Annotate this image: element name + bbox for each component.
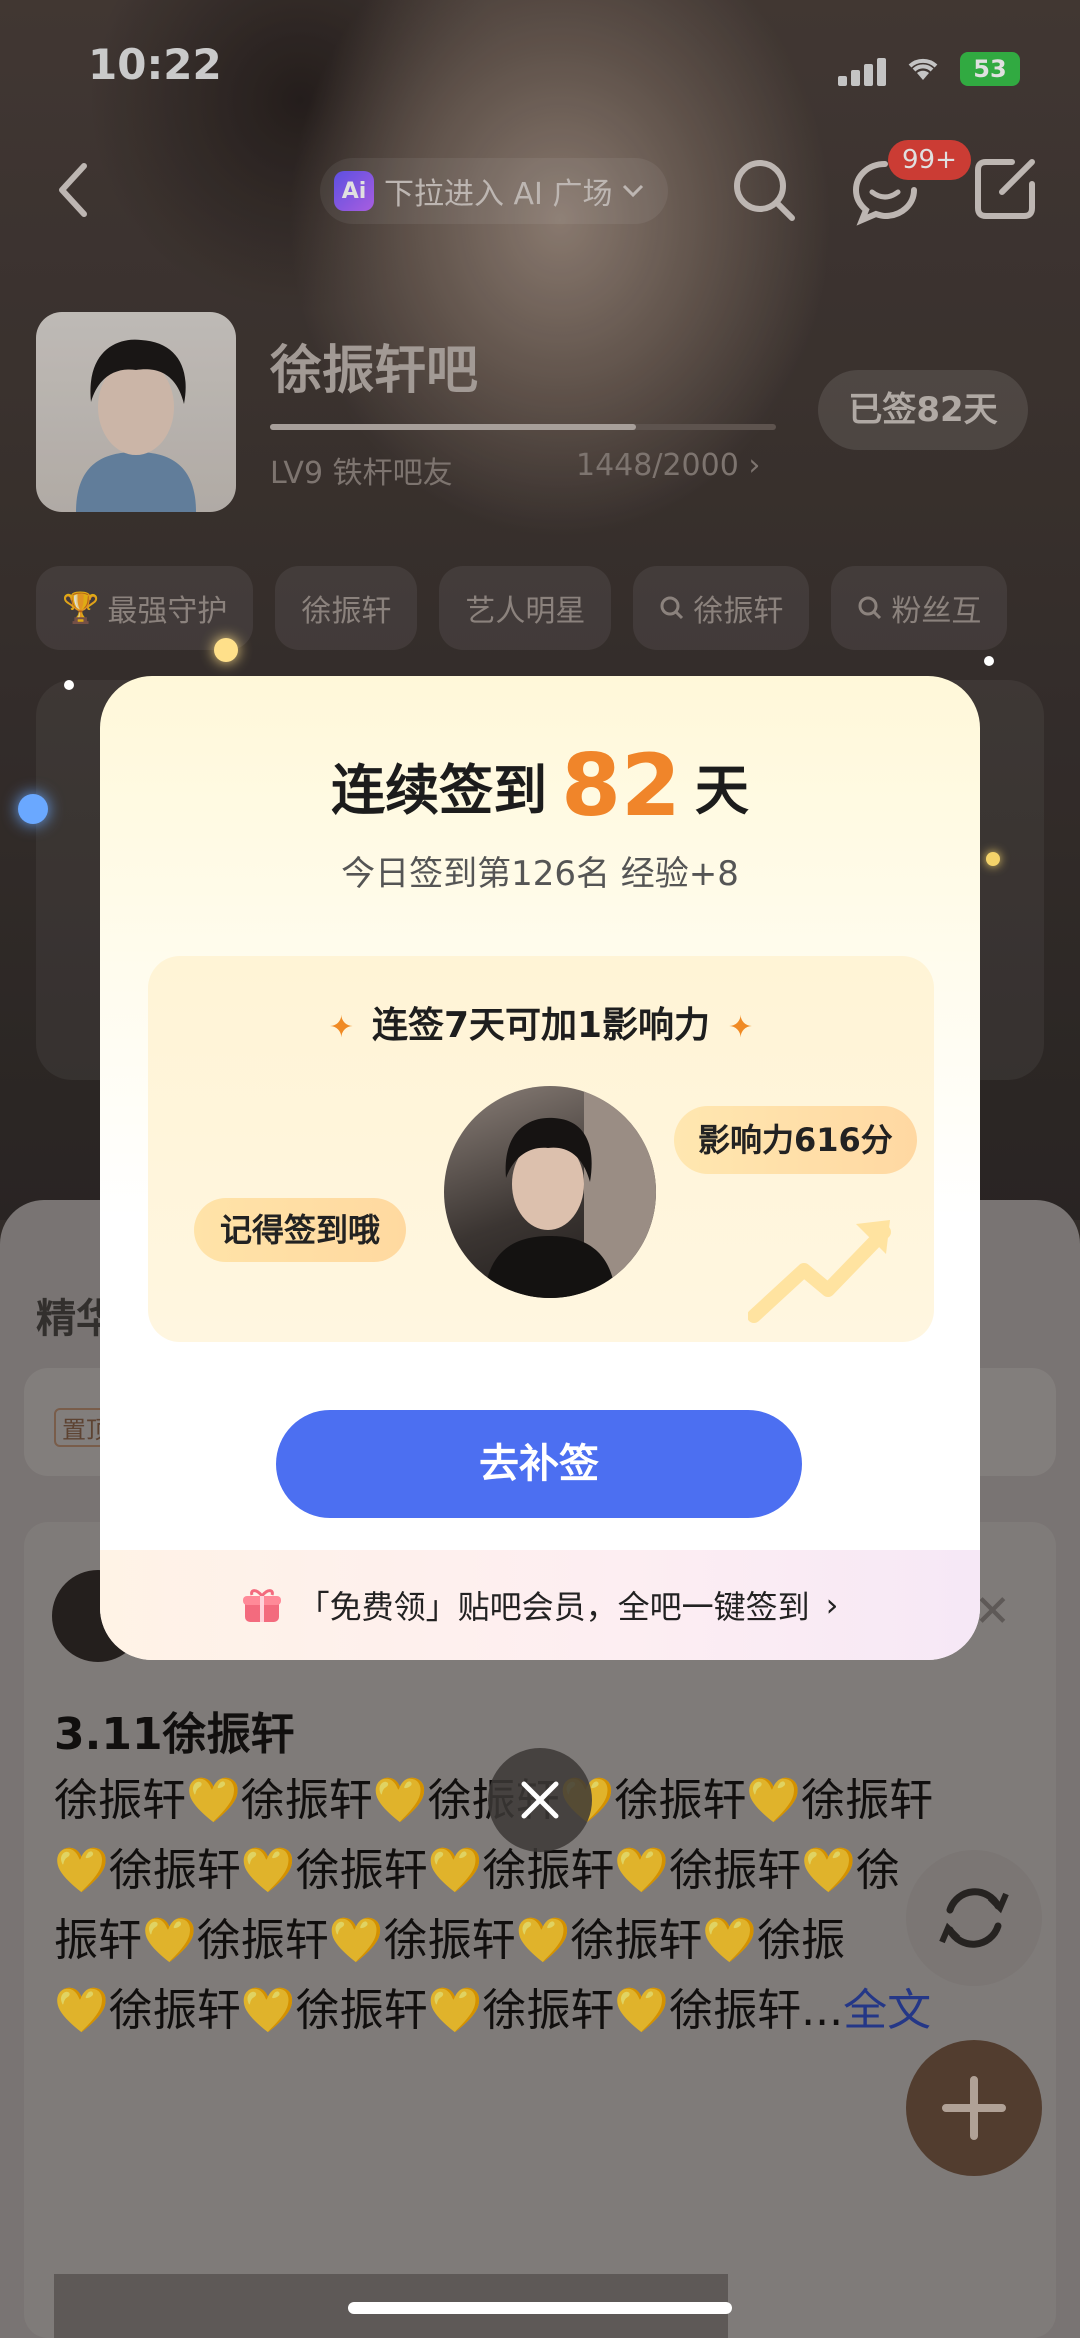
sparkle-decoration bbox=[984, 656, 994, 666]
sparkle-decoration bbox=[214, 638, 238, 662]
influence-score-bubble: 影响力616分 bbox=[674, 1106, 917, 1174]
bonus-title: ✦ 连签7天可加1影响力 ✦ bbox=[328, 1005, 754, 1046]
star-icon: ✦ bbox=[328, 1010, 354, 1045]
reminder-bubble: 记得签到哦 bbox=[194, 1198, 407, 1262]
trend-up-icon bbox=[748, 1220, 891, 1323]
sign-in-rank-text: 今日签到第126名 经验+8 bbox=[341, 854, 739, 894]
streak-days: 82 bbox=[561, 736, 681, 836]
influence-bonus-card: ✦ 连签7天可加1影响力 ✦ 记得签到哦 影响力616分 bbox=[148, 956, 934, 1342]
star-icon: ✦ bbox=[728, 1010, 754, 1045]
sparkle-decoration bbox=[986, 852, 1000, 866]
membership-promo-text: 「免费领」贴吧会员，全吧一键签到 bbox=[297, 1588, 810, 1626]
streak-title: 连续签到 82 天 bbox=[331, 736, 749, 836]
close-modal-button[interactable] bbox=[488, 1748, 592, 1852]
chevron-right-icon: › bbox=[825, 1586, 839, 1624]
free-membership-banner[interactable]: 「免费领」贴吧会员，全吧一键签到 › bbox=[100, 1550, 980, 1660]
sparkle-decoration bbox=[64, 680, 74, 690]
avatar-portrait bbox=[484, 1086, 656, 1298]
home-indicator bbox=[348, 2302, 732, 2314]
gift-icon bbox=[242, 1589, 281, 1622]
sparkle-decoration bbox=[18, 794, 48, 824]
sign-in-modal: 连续签到 82 天 今日签到第126名 经验+8 ✦ 连签7天可加1影响力 ✦ 记得签到… bbox=[100, 676, 980, 1660]
make-up-sign-in-button[interactable]: 去补签 bbox=[276, 1410, 802, 1518]
avatar bbox=[444, 1086, 656, 1298]
close-icon bbox=[521, 1781, 559, 1819]
